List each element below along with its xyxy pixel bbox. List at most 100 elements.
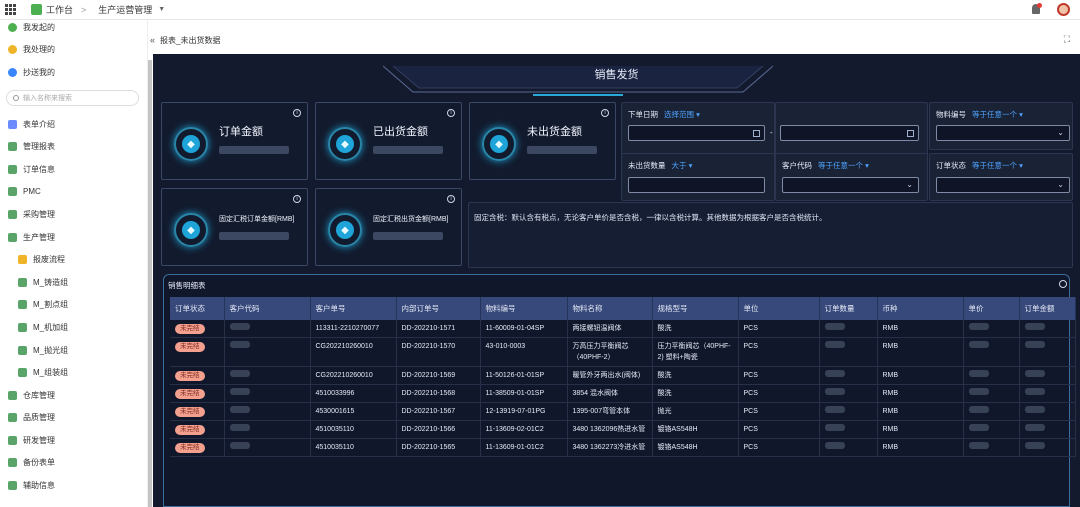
table-row[interactable]: 未完结 4510035110 DD-202210-1566 11-13609-02-0… [170,420,1076,439]
column-header[interactable]: 单位 [738,297,820,320]
status-cell: 未完结 [170,320,225,338]
calendar-icon[interactable] [907,130,914,137]
sidebar-item[interactable]: M_机加组 [0,316,147,339]
info-icon[interactable]: i [447,195,455,203]
sidebar-item[interactable]: 采购管理 [0,203,147,226]
fullscreen-icon[interactable]: ⛶ [1064,34,1070,45]
search-placeholder: 输入名称来搜索 [23,94,72,102]
sidebar-item[interactable]: 品质管理 [0,407,147,430]
table-row[interactable]: 未完结 4510033996 DD-202210-1568 11-38509-01-0… [170,384,1076,403]
diamond-icon: ◆ [328,213,362,247]
filter-customer-code-mode[interactable]: 等于任意一个 ▾ [818,161,869,170]
sidebar-item[interactable]: 生产管理 [0,226,147,249]
module-title[interactable]: 生产运营管理 [98,3,152,16]
sidebar-item-label: 报废流程 [33,255,65,265]
sidebar-item[interactable]: M_抛光组 [0,339,147,362]
sidebar-item[interactable]: 研发管理 [0,429,147,452]
sidebar-item[interactable]: M_组装组 [0,361,147,384]
apps-grid-icon[interactable] [5,3,17,16]
redacted-value [968,370,989,377]
table-cell: 酸洗 [652,384,739,403]
table-cell: CG202210260010 [310,366,397,385]
filter-order-status-mode[interactable]: 等于任意一个 ▾ [972,161,1023,170]
order-date-start-input[interactable] [628,125,765,141]
table-row[interactable]: 未完结 CG202210260010 DD-202210-1569 11-50126-… [170,366,1076,385]
filter-order-date-mode[interactable]: 选择范围 ▾ [664,110,700,119]
filter-unshipped-qty-mode[interactable]: 大于 ▾ [672,161,693,170]
sidebar-item[interactable]: 我处理的 [0,39,147,62]
info-icon[interactable]: i [447,109,455,117]
sidebar-item-label: 生产管理 [23,232,55,242]
sidebar-scrollbar[interactable] [148,60,152,507]
sidebar-item[interactable]: 订单信息 [0,158,147,181]
column-header[interactable]: 单价 [963,297,1020,320]
sidebar-item-label: 抄送我的 [23,67,55,77]
sidebar-item[interactable]: 备份表单 [0,452,147,475]
folder-icon [18,345,27,355]
sidebar-item[interactable]: PMC [0,181,147,204]
notification-dot [1037,3,1042,8]
sidebar-item[interactable]: M_铸造组 [0,271,147,294]
column-header[interactable]: 物料名称 [567,297,653,320]
sidebar-item[interactable]: 我发起的 [0,20,147,39]
info-icon[interactable] [1059,280,1067,288]
collapse-sidebar-icon[interactable]: « [150,35,155,45]
table-row[interactable]: 未完结 CG202210260010 DD-202210-1570 43-010-00… [170,337,1076,367]
customer-code-select[interactable]: ⌄ [782,177,919,193]
sidebar-item[interactable]: 管理报表 [0,135,147,158]
column-header[interactable]: 订单金额 [1019,297,1076,320]
status-cell: 未完结 [170,384,225,403]
sidebar-item[interactable]: 辅助信息 [0,474,147,497]
avatar[interactable] [1057,3,1070,16]
sidebar-item-label: M_抛光组 [33,345,69,355]
kpi-value-blurred [527,146,597,154]
chevron-down-icon[interactable]: ▼ [158,6,165,13]
blurred-cell [819,438,878,457]
info-icon[interactable]: i [293,109,301,117]
workspace-link[interactable]: 工作台 [46,3,73,16]
table-cell: 11-13609-02-01C2 [480,420,568,439]
blurred-cell [819,384,878,403]
table-row[interactable]: 未完结 4530001615 DD-202210-1567 12-13919-07-0… [170,402,1076,421]
table-cell: 113311-2210270077 [310,320,397,338]
column-header[interactable]: 订单数量 [819,297,878,320]
sidebar-item[interactable]: 表单介绍 [0,113,147,136]
redacted-value [229,341,250,348]
info-icon[interactable]: i [293,195,301,203]
calendar-icon[interactable] [753,130,760,137]
table-row[interactable]: 未完结 4510035110 DD-202210-1565 11-13609-01-0… [170,438,1076,457]
column-header[interactable]: 客户代码 [224,297,311,320]
sidebar-item[interactable]: 仓库管理 [0,384,147,407]
column-header[interactable]: 客户单号 [310,297,397,320]
redacted-value [968,442,989,449]
info-icon[interactable]: i [601,109,609,117]
tax-note: 固定含税：默认含有税点，无论客户单价是否含税，一律以含税计算。其他数据为根据客户… [474,213,827,222]
table-row[interactable]: 未完结 113311-2210270077 DD-202210-1571 11-600… [170,320,1076,338]
sidebar-item[interactable]: 抄送我的 [0,61,147,84]
unshipped-qty-input[interactable] [628,177,765,193]
column-header[interactable]: 币种 [877,297,964,320]
blurred-cell [819,320,878,338]
filter-material-no-mode[interactable]: 等于任意一个 ▾ [972,110,1023,119]
table-cell: 3854 混水阀体 [567,384,653,403]
material-no-select[interactable]: ⌄ [936,125,1070,141]
sidebar-item-label: 我处理的 [23,45,55,55]
filter-order-date-label: 下单日期 [628,110,658,119]
status-cell: 未完结 [170,438,225,457]
table-cell: DD-202210-1567 [396,402,481,421]
table-cell: 4510035110 [310,420,397,439]
page-title: 报表_未出货数据 [160,35,221,45]
table-cell: 酸洗 [652,366,739,385]
column-header[interactable]: 物料编号 [480,297,568,320]
order-date-end-input[interactable] [780,125,919,141]
column-header[interactable]: 订单状态 [170,297,225,320]
order-status-select[interactable]: ⌄ [936,177,1070,193]
blurred-cell [1019,337,1076,367]
table-cell: PCS [738,384,820,403]
sidebar-search-input[interactable]: 输入名称来搜索 [6,89,139,106]
sidebar-item[interactable]: 报废流程 [0,248,147,271]
column-header[interactable]: 规格型号 [652,297,739,320]
kpi-value-blurred [373,232,443,240]
sidebar-item[interactable]: M_割点组 [0,294,147,317]
column-header[interactable]: 内部订单号 [396,297,481,320]
